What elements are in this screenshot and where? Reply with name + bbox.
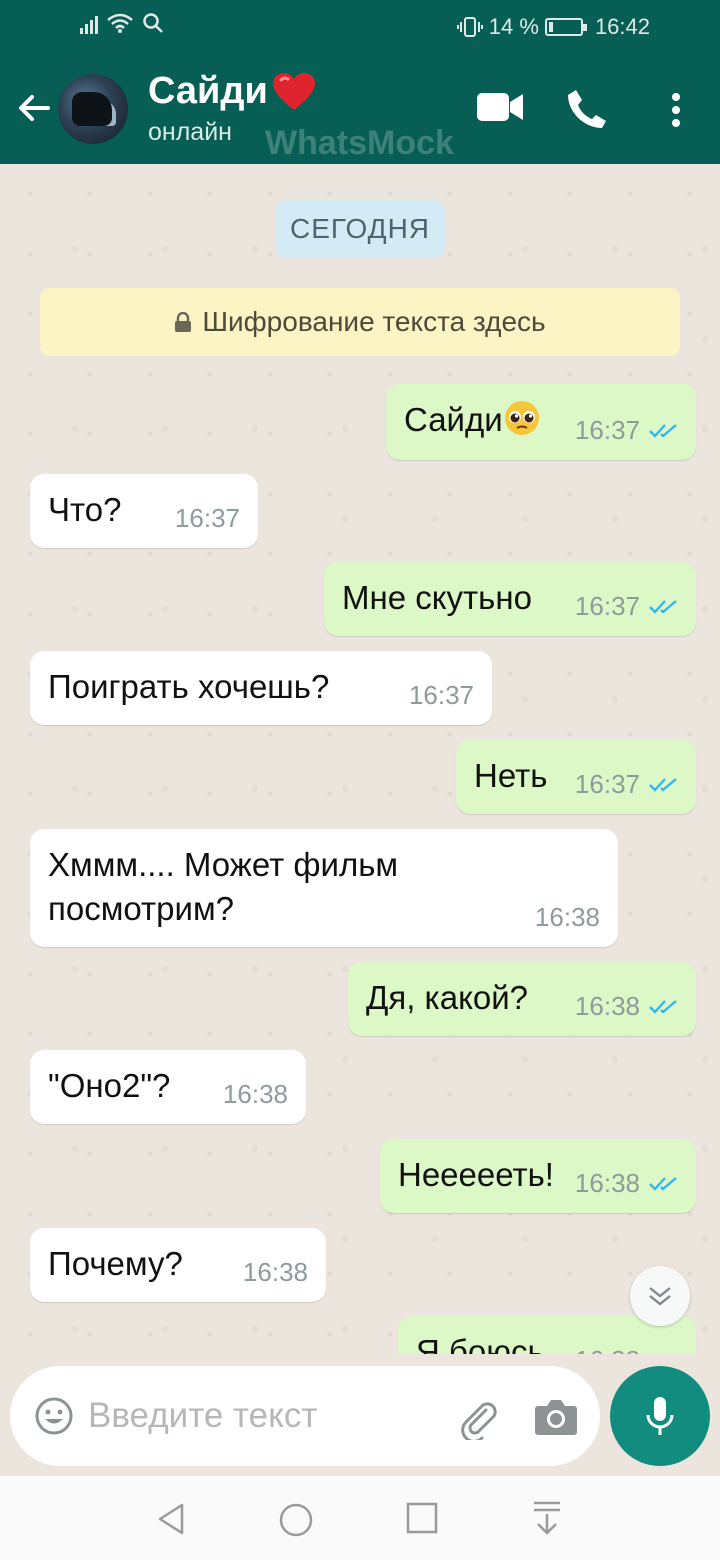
vibrate-icon [456, 17, 483, 37]
date-chip: СЕГОДНЯ [275, 200, 445, 258]
battery-icon [544, 18, 587, 36]
search-icon [143, 13, 163, 33]
message-time: 16:38 [242, 1257, 308, 1287]
wifi-icon [107, 13, 133, 33]
message-text: Хммм.... Может фильм посмотрим? [48, 846, 399, 927]
system-navigation-bar [0, 1476, 720, 1560]
message-time: 16:38 [574, 991, 640, 1021]
attach-icon[interactable] [456, 1396, 500, 1440]
double-chevron-down-icon [649, 1287, 671, 1306]
message-bubble-in[interactable]: Почему? 16:38 [30, 1228, 326, 1302]
nav-back-icon[interactable] [156, 1502, 186, 1536]
message-time: 16:37 [574, 415, 640, 445]
message-bubble-out[interactable]: Неть 16:37 [456, 740, 696, 814]
status-right: 14 % 16:42 [456, 14, 650, 40]
read-receipt-icon [649, 423, 677, 438]
read-receipt-icon [649, 777, 677, 792]
camera-icon[interactable] [534, 1398, 578, 1436]
message-time: 16:37 [574, 769, 640, 799]
read-receipt-icon [649, 999, 677, 1014]
message-bubble-out[interactable]: Сайди 16:37 [386, 384, 696, 460]
read-receipt-icon [649, 1176, 677, 1191]
read-receipt-icon [649, 599, 677, 614]
message-bubble-in[interactable]: Хммм.... Может фильм посмотрим? 16:38 [30, 829, 618, 947]
message-bubble-out[interactable]: Неееееть! 16:38 [380, 1139, 696, 1213]
status-bar: 14 % 16:42 [0, 0, 720, 54]
red-heart-icon [272, 72, 315, 110]
message-bubble-in[interactable]: "Оно2"? 16:38 [30, 1050, 306, 1124]
message-text: Сайди [404, 401, 503, 438]
voice-message-button[interactable] [610, 1366, 710, 1466]
encryption-notice[interactable]: Шифрование текста здесь [40, 288, 680, 356]
microphone-icon [646, 1397, 674, 1435]
message-time: 16:37 [174, 503, 240, 533]
nav-notifications-icon[interactable] [532, 1500, 562, 1536]
phone-call-icon[interactable] [566, 88, 608, 130]
pleading-face-icon [504, 401, 539, 435]
more-options-icon[interactable] [670, 92, 682, 128]
contact-name-text: Сайди [148, 70, 268, 112]
message-time: 16:37 [408, 680, 474, 710]
battery-percent: 14 % [488, 14, 539, 39]
avatar[interactable] [58, 74, 128, 144]
nav-home-icon[interactable] [278, 1502, 314, 1538]
message-time: 16:37 [574, 591, 640, 621]
message-bubble-in[interactable]: Поиграть хочешь? 16:37 [30, 651, 492, 725]
video-call-icon[interactable] [476, 90, 524, 124]
status-left [80, 12, 164, 34]
message-bubble-in[interactable]: Что? 16:37 [30, 474, 258, 548]
nav-recents-icon[interactable] [406, 1502, 438, 1534]
message-time: 16:38 [222, 1079, 288, 1109]
lock-icon [175, 312, 192, 332]
signal-icon [80, 14, 98, 34]
message-time: 16:38 [575, 1345, 640, 1354]
message-time: 16:38 [574, 1168, 640, 1198]
composer: Введите текст [0, 1354, 720, 1476]
message-input[interactable]: Введите текст [88, 1396, 317, 1436]
encryption-notice-text: Шифрование текста здесь [202, 306, 546, 337]
scroll-to-bottom-button[interactable] [630, 1266, 690, 1326]
emoji-icon[interactable] [34, 1396, 74, 1436]
message-bubble-out[interactable]: Мне скутьно 16:37 [324, 562, 696, 636]
contact-status: онлайн [148, 118, 232, 146]
contact-name[interactable]: Сайди [148, 70, 316, 113]
chat-area[interactable]: СЕГОДНЯ Шифрование текста здесь Сайди 16… [0, 164, 720, 1354]
message-bubble-out[interactable]: Дя, какой? 16:38 [348, 962, 696, 1036]
watermark: WhatsMock [265, 124, 454, 162]
battery-level [548, 22, 553, 32]
back-arrow-icon[interactable] [14, 88, 54, 128]
clock: 16:42 [594, 14, 650, 39]
message-time: 16:38 [534, 902, 600, 932]
chat-header: Сайди онлайн WhatsMock [0, 54, 720, 164]
message-input-container[interactable]: Введите текст [10, 1366, 600, 1466]
